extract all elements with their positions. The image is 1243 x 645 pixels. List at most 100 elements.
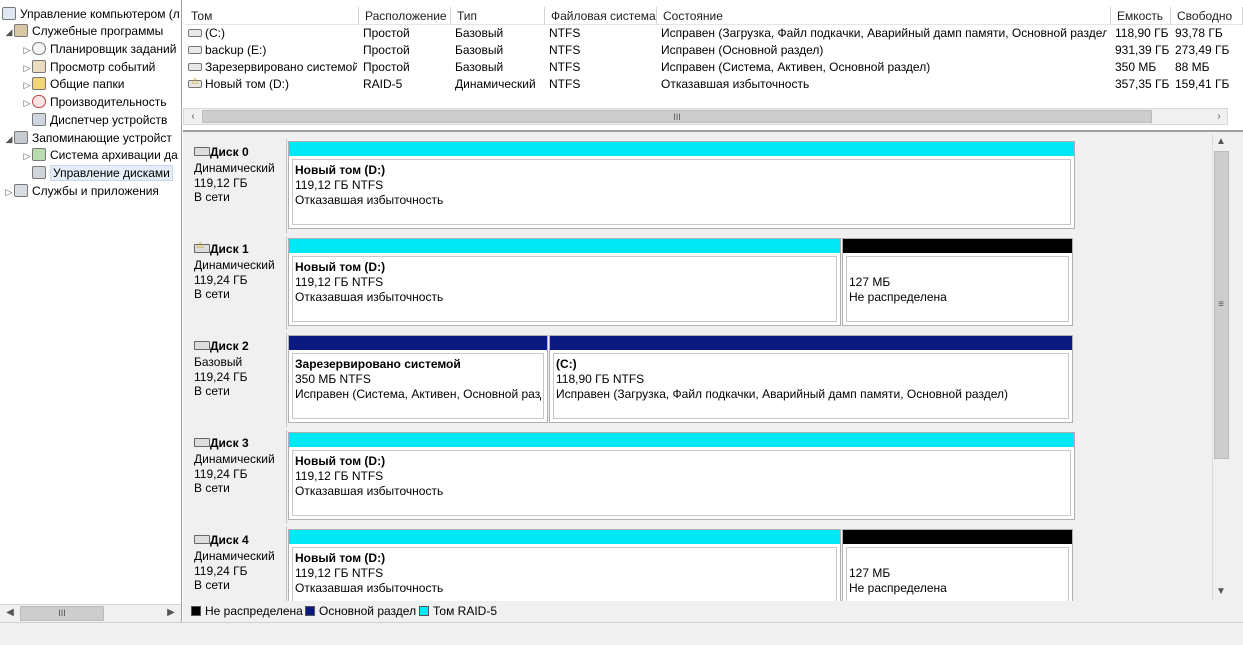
disk-size: 119,12 ГБ [194, 175, 248, 190]
partition[interactable]: (C:) 118,90 ГБ NTFS Исправен (Загрузка, Фа… [549, 335, 1073, 423]
scroll-up-icon[interactable]: ▲ [1213, 134, 1229, 150]
legend-item-unallocated: Не распределена [191, 605, 303, 617]
disk-row[interactable]: Диск 2 Базовый 119,24 ГБ В сети Зарезервиров… [186, 333, 1075, 427]
scroll-down-icon[interactable]: ▼ [1213, 584, 1229, 600]
disk-name: Диск 3 [210, 436, 249, 450]
table-cell: 118,90 ГБ [1115, 26, 1169, 40]
table-cell: 357,35 ГБ [1115, 77, 1169, 91]
disk-state: В сети [194, 578, 230, 592]
column-header-type[interactable]: Тип [451, 7, 545, 25]
performance-icon [32, 95, 46, 108]
tree-item-storage[interactable]: ◢ Запоминающие устройст [4, 130, 172, 147]
expand-arrow-icon[interactable]: ▷ [22, 60, 32, 77]
tree-item-event-viewer[interactable]: ▷ Просмотр событий [22, 59, 155, 76]
backup-icon [32, 148, 46, 161]
scroll-right-icon[interactable]: ▶ [163, 605, 179, 621]
disk-label[interactable]: ⚠ Диск 1 Динамический 119,24 ГБ В сети [186, 236, 287, 330]
legend-swatch [419, 606, 429, 616]
partition-size: 119,12 ГБ NTFS [295, 566, 384, 580]
expand-arrow-icon[interactable]: ▷ [22, 95, 32, 112]
tree-item-shared-folders[interactable]: ▷ Общие папки [22, 76, 124, 93]
table-cell: 159,41 ГБ [1175, 77, 1230, 91]
partition-size: 127 МБ [849, 566, 891, 580]
tree-root-computer-management[interactable]: Управление компьютером (л [2, 6, 180, 23]
disk-row[interactable]: Диск 0 Динамический 119,12 ГБ В сети Новый т… [186, 139, 1075, 233]
disk-row[interactable]: Диск 3 Динамический 119,24 ГБ В сети Новый т… [186, 430, 1075, 524]
partition[interactable]: Новый том (D:) 119,12 ГБ NTFS Отказавшая и… [288, 141, 1075, 229]
disk-size: 119,24 ГБ [194, 466, 248, 481]
disk-name: Диск 1 [210, 242, 249, 256]
disk-state: В сети [194, 481, 230, 495]
partition-color-bar [289, 142, 1074, 156]
expand-arrow-icon[interactable]: ▷ [4, 184, 14, 201]
expand-arrow-icon[interactable]: ▷ [22, 77, 32, 94]
warning-icon: ⚠ [196, 240, 205, 250]
tree-horizontal-scrollbar[interactable]: ◀ III ▶ [0, 604, 181, 622]
table-cell: 350 МБ [1115, 60, 1157, 74]
scroll-thumb[interactable]: III [20, 606, 104, 621]
column-header-volume[interactable]: Том [185, 7, 359, 25]
table-cell: Простой [363, 26, 410, 40]
disk-size: 119,24 ГБ [194, 272, 248, 287]
collapse-arrow-icon[interactable]: ◢ [4, 24, 14, 41]
partition-color-bar [289, 433, 1074, 447]
disk-row[interactable]: ⚠ Диск 1 Динамический 119,24 ГБ В сети Новый … [186, 236, 1075, 330]
table-cell: NTFS [549, 43, 581, 57]
legend-item-primary-partition: Основной раздел [305, 605, 416, 617]
disk-kind: Динамический [194, 161, 275, 175]
disk-label[interactable]: Диск 0 Динамический 119,12 ГБ В сети [186, 139, 287, 233]
disk-icon [194, 535, 210, 544]
volume-list-horizontal-scrollbar[interactable]: ‹ III › [183, 108, 1228, 125]
legend-swatch [191, 606, 201, 616]
tree-item-disk-management[interactable]: Управление дисками [22, 165, 173, 182]
legend: Не распределена Основной раздел Том RAID… [183, 601, 1213, 621]
table-cell: 93,78 ГБ [1175, 26, 1223, 40]
tree-item-services-apps[interactable]: ▷ Службы и приложения [4, 183, 159, 200]
scroll-right-icon[interactable]: › [1211, 109, 1227, 125]
partition-title: Зарезервировано системой [295, 357, 461, 371]
scroll-left-icon[interactable]: ‹ [185, 109, 201, 125]
disk-label[interactable]: Диск 2 Базовый 119,24 ГБ В сети [186, 333, 287, 427]
tree-item-system-tools[interactable]: ◢ Служебные программы [4, 23, 163, 40]
expand-arrow-icon[interactable]: ▷ [22, 148, 32, 165]
column-header-capacity[interactable]: Емкость [1111, 7, 1171, 25]
table-cell: backup (E:) [205, 43, 267, 57]
partition-size: 119,12 ГБ NTFS [295, 469, 384, 483]
column-header-status[interactable]: Состояние [657, 7, 1111, 25]
disk-kind: Базовый [194, 355, 243, 369]
partition[interactable]: Зарезервировано системой 350 МБ NTFS Испра… [288, 335, 548, 423]
tree-item-performance[interactable]: ▷ Производительность [22, 94, 166, 111]
column-header-free[interactable]: Свободно [1171, 7, 1243, 25]
partition-body [846, 256, 1069, 322]
partition-size: 118,90 ГБ NTFS [556, 372, 645, 386]
storage-icon [14, 131, 28, 144]
disk-view-vertical-scrollbar[interactable]: ▲ ≡ ▼ [1212, 134, 1230, 601]
disk-management-icon [32, 166, 46, 179]
partition-title: (C:) [556, 357, 577, 371]
scroll-thumb[interactable]: III [202, 110, 1152, 123]
table-cell: NTFS [549, 77, 581, 91]
warning-icon: ⚠ [191, 76, 200, 86]
partition-status: Отказавшая избыточность [295, 290, 444, 304]
disk-size: 119,24 ГБ [194, 563, 248, 578]
disk-size: 119,24 ГБ [194, 369, 248, 384]
column-header-filesystem[interactable]: Файловая система [545, 7, 657, 25]
partition[interactable]: Новый том (D:) 119,12 ГБ NTFS Отказавшая и… [288, 238, 841, 326]
scroll-left-icon[interactable]: ◀ [2, 605, 18, 621]
partition[interactable]: 127 МБ Не распределена [842, 238, 1073, 326]
tree-item-device-manager[interactable]: Диспетчер устройств [22, 112, 167, 129]
partition-status: Отказавшая избыточность [295, 193, 444, 207]
table-cell: Простой [363, 43, 410, 57]
disk-label[interactable]: Диск 3 Динамический 119,24 ГБ В сети [186, 430, 287, 524]
partition[interactable]: Новый том (D:) 119,12 ГБ NTFS Отказавшая и… [288, 432, 1075, 520]
event-viewer-icon [32, 60, 46, 73]
expand-arrow-icon[interactable]: ▷ [22, 42, 32, 59]
partition-size: 350 МБ NTFS [295, 372, 371, 386]
collapse-arrow-icon[interactable]: ◢ [4, 131, 14, 148]
partition-color-bar [843, 530, 1072, 544]
tree-item-backup[interactable]: ▷ Система архивации да [22, 147, 178, 164]
disk-kind: Динамический [194, 549, 275, 563]
table-cell: Динамический [455, 77, 536, 91]
column-header-layout[interactable]: Расположение [359, 7, 451, 25]
tree-item-task-scheduler[interactable]: ▷ Планировщик заданий [22, 41, 176, 58]
